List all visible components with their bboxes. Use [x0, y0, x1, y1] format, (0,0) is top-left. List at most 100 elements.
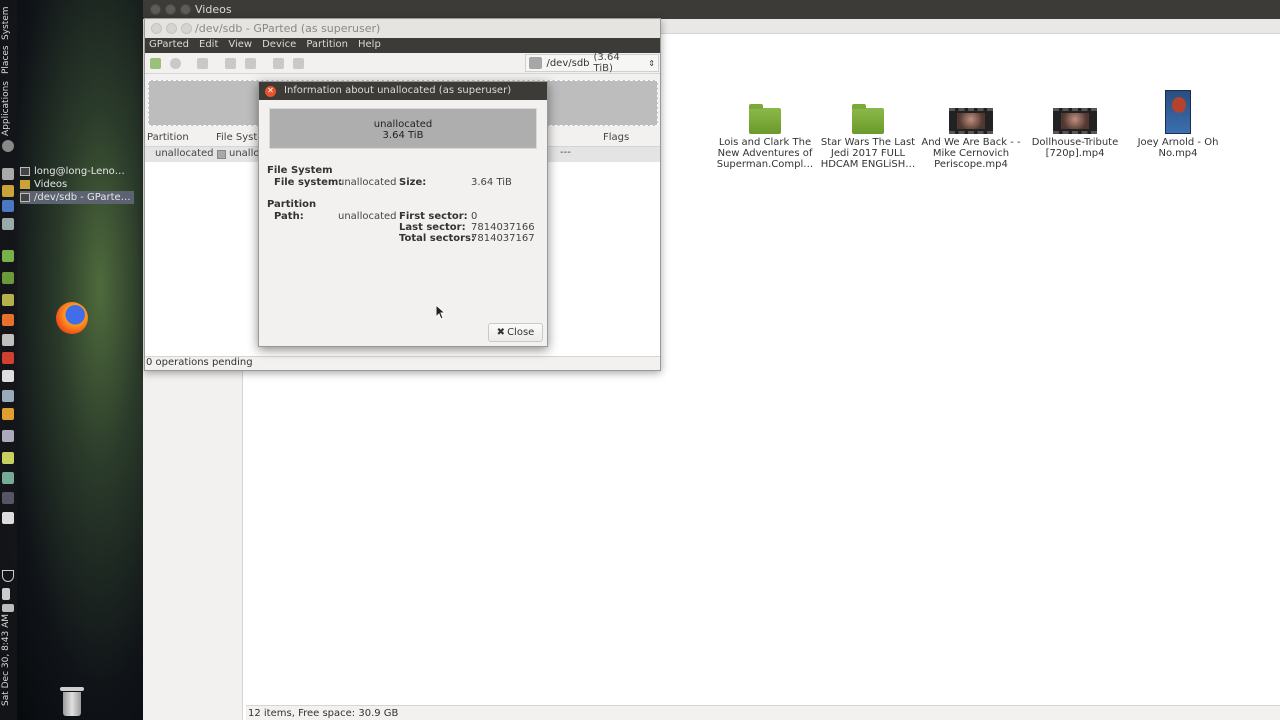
places-menu[interactable]: Places	[1, 42, 15, 74]
archive-launcher-icon[interactable]	[2, 294, 14, 306]
controller-launcher-icon[interactable]	[2, 430, 14, 442]
menu-edit[interactable]: Edit	[199, 38, 224, 53]
network-launcher-icon[interactable]	[2, 472, 14, 484]
device-selector[interactable]: /dev/sdb (3.64 TiB) ⇕	[525, 52, 659, 74]
text-editor-icon[interactable]	[2, 370, 14, 382]
download-launcher-icon[interactable]	[2, 352, 14, 364]
window-list-item-gparted[interactable]: /dev/sdb - GParte…	[20, 191, 134, 204]
path-label: Path:	[274, 211, 304, 222]
folder-icon	[852, 104, 884, 134]
spreadsheet-launcher-icon[interactable]	[2, 272, 14, 284]
menu-device[interactable]: Device	[262, 38, 302, 53]
file-item[interactable]: Dollhouse-Tribute [720p].mp4	[1025, 90, 1125, 159]
close-button-label: Close	[507, 327, 535, 338]
cell-flags: ---	[560, 147, 571, 158]
close-x-icon: ✖	[496, 327, 506, 338]
volume-icon[interactable]	[2, 588, 10, 600]
file-item[interactable]: And We Are Back - - Mike Cernovich Peris…	[921, 90, 1021, 170]
file-item[interactable]: Star Wars The Last Jedi 2017 FULL HDCAM …	[818, 90, 918, 170]
file-item[interactable]: Lois and Clark The New Adventures of Sup…	[715, 90, 815, 170]
first-sector-label: First sector:	[399, 211, 468, 222]
filesystem-label: File system:	[274, 177, 343, 188]
filesystem-section-heading: File System	[267, 165, 333, 176]
terminal-launcher-icon[interactable]	[2, 168, 14, 180]
copy-icon[interactable]	[225, 58, 236, 69]
apply-icon[interactable]	[293, 58, 304, 69]
partition-info-dialog: ✕ Information about unallocated (as supe…	[258, 81, 548, 347]
folder-icon	[749, 104, 781, 134]
maximize-icon[interactable]	[180, 4, 191, 15]
window-list-item-videos[interactable]: Videos	[20, 178, 67, 191]
notes-launcher-icon[interactable]	[2, 452, 14, 464]
close-icon[interactable]	[150, 4, 161, 15]
gparted-launcher-icon[interactable]	[2, 200, 14, 212]
cell-partition: unallocated	[155, 148, 214, 159]
applications-menu[interactable]: Applications	[1, 76, 15, 136]
delete-icon[interactable]	[170, 58, 181, 69]
device-size: (3.64 TiB)	[593, 52, 620, 74]
system-menu[interactable]: System	[1, 2, 15, 40]
clock[interactable]: Sat Dec 30, 8:43 AM	[1, 614, 15, 706]
minimize-icon[interactable]	[166, 23, 177, 34]
cell-filesystem: unallo	[229, 148, 260, 159]
folder-icon	[20, 180, 30, 189]
maximize-icon[interactable]	[181, 23, 192, 34]
file-item[interactable]: Joey Arnold - Oh No.mp4	[1128, 90, 1228, 159]
game-launcher-icon[interactable]	[2, 390, 14, 402]
new-partition-icon[interactable]	[150, 58, 161, 69]
file-name: Joey Arnold - Oh No.mp4	[1137, 137, 1219, 159]
chevron-updown-icon: ⇕	[648, 58, 655, 68]
last-sector-label: Last sector:	[399, 222, 466, 233]
paste-icon[interactable]	[245, 58, 256, 69]
partition-section-heading: Partition	[267, 199, 317, 210]
column-partition[interactable]: Partition	[147, 132, 189, 143]
software-center-icon[interactable]	[2, 314, 14, 326]
first-sector-value: 0	[471, 211, 478, 222]
partition-bar-size: 3.64 TiB	[382, 130, 424, 141]
size-value: 3.64 TiB	[471, 177, 512, 188]
monitor-launcher-icon[interactable]	[2, 218, 14, 230]
filesystem-color-swatch	[217, 150, 226, 159]
battery-icon[interactable]	[2, 604, 14, 612]
vertical-panel: System Places Applications Sat Dec 30, 8…	[0, 0, 17, 720]
window-title: Videos	[195, 3, 232, 16]
files-launcher-icon[interactable]	[2, 250, 14, 262]
folder-launcher-icon[interactable]	[2, 185, 14, 197]
firefox-icon[interactable]	[56, 302, 88, 334]
resize-move-icon[interactable]	[197, 58, 208, 69]
total-sectors-value: 7814037167	[471, 233, 535, 244]
column-filesystem[interactable]: File Syste	[216, 132, 263, 143]
desktop-background	[0, 0, 143, 720]
menu-help[interactable]: Help	[358, 38, 387, 53]
close-icon[interactable]: ✕	[265, 86, 276, 97]
window-title: /dev/sdb - GParted (as superuser)	[195, 22, 381, 35]
disk-icon	[529, 57, 543, 69]
last-sector-value: 7814037166	[471, 222, 535, 233]
column-flags[interactable]: Flags	[603, 132, 629, 143]
file-name: Lois and Clark The New Adventures of Sup…	[716, 137, 814, 170]
video-thumbnail-icon	[949, 108, 993, 134]
menu-partition[interactable]: Partition	[306, 38, 354, 53]
system-monitor-icon[interactable]	[2, 492, 14, 504]
gparted-toolbar: /dev/sdb (3.64 TiB) ⇕	[145, 52, 660, 74]
file-name: Star Wars The Last Jedi 2017 FULL HDCAM …	[820, 137, 916, 170]
menu-gparted[interactable]: GParted	[149, 38, 195, 53]
pen-launcher-icon[interactable]	[2, 334, 14, 346]
wifi-icon[interactable]	[2, 570, 14, 582]
file-manager-statusbar: 12 items, Free space: 30.9 GB	[246, 705, 1280, 720]
trash-icon[interactable]	[60, 687, 84, 717]
dialog-title: Information about unallocated (as superu…	[284, 85, 512, 96]
menu-view[interactable]: View	[228, 38, 258, 53]
minimize-icon[interactable]	[165, 4, 176, 15]
power-icon[interactable]	[2, 140, 14, 152]
window-list-item-terminal[interactable]: long@long-Leno…	[20, 165, 125, 178]
app-launcher-icon[interactable]	[2, 512, 14, 524]
operations-status: 0 operations pending	[145, 356, 660, 370]
close-icon[interactable]	[151, 23, 162, 34]
dialog-titlebar: ✕ Information about unallocated (as supe…	[259, 82, 547, 100]
image-launcher-icon[interactable]	[2, 408, 14, 420]
size-label: Size:	[399, 177, 427, 188]
close-button[interactable]: ✖ Close	[488, 323, 543, 342]
video-thumbnail-icon	[1053, 108, 1097, 134]
undo-icon[interactable]	[273, 58, 284, 69]
